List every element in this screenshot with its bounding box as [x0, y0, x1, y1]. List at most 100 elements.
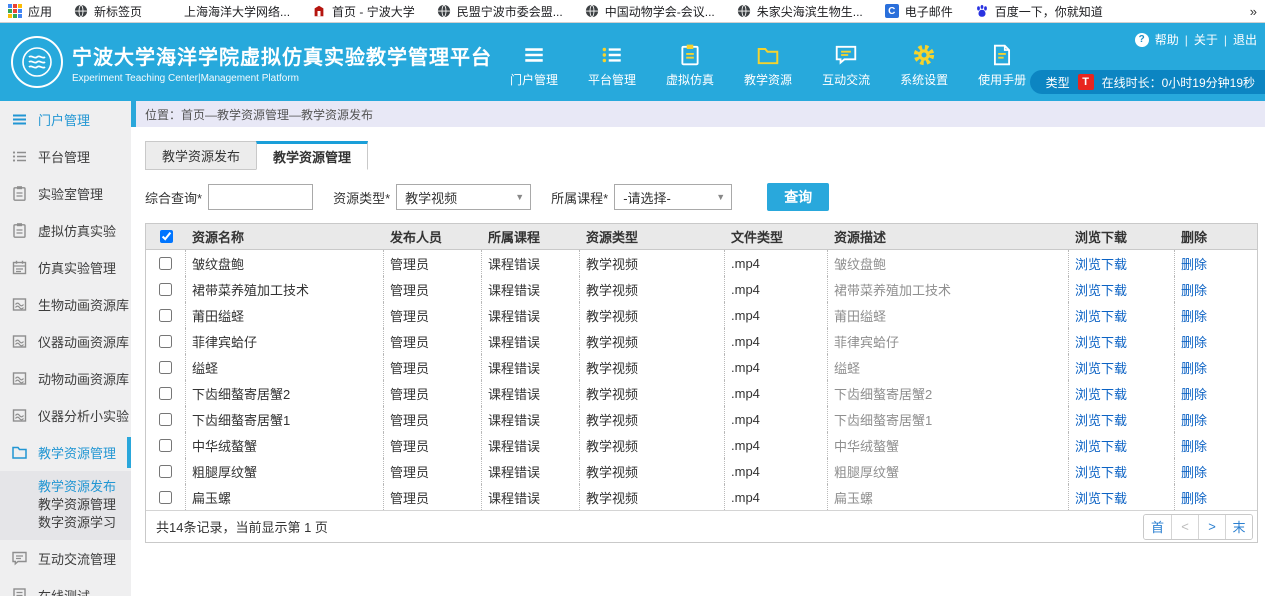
row-checkbox[interactable] — [159, 361, 172, 374]
bookmark-email[interactable]: C 电子邮件 — [885, 3, 953, 20]
bookmark-zjj[interactable]: 朱家尖海滨生物生... — [737, 3, 863, 20]
bookmark-label: 上海海洋大学网络... — [184, 3, 290, 20]
browse-download-link[interactable]: 浏览下载 — [1075, 332, 1127, 351]
search-button[interactable]: 查询 — [767, 183, 829, 211]
browse-download-link[interactable]: 浏览下载 — [1075, 488, 1127, 507]
query-input[interactable] — [208, 184, 313, 210]
sidebar-item-teaching-resource-management[interactable]: 教学资源管理 — [0, 434, 131, 471]
sidebar-subitem-digital-learning[interactable]: 数字资源学习 — [0, 514, 131, 532]
bookmark-shou[interactable]: 上海海洋大学网络... — [164, 3, 290, 20]
nav-interaction[interactable]: 互动交流 — [822, 43, 870, 88]
help-link[interactable]: 帮助 — [1155, 31, 1179, 48]
pagination: 首 < > 末 — [1143, 514, 1253, 540]
course: 课程错误 — [482, 250, 580, 276]
browse-download-link[interactable]: 浏览下载 — [1075, 254, 1127, 273]
row-checkbox[interactable] — [159, 413, 172, 426]
prev-page-button[interactable]: < — [1171, 515, 1198, 539]
sidebar-item-virtual-experiment[interactable]: 虚拟仿真实验 — [0, 212, 131, 249]
sidebar-item-simulation-management[interactable]: 仿真实验管理 — [0, 249, 131, 286]
page: 应用 新标签页 上海海洋大学网络... 首页 - 宁波大学 民盟宁波市委会盟..… — [0, 0, 1265, 596]
browse-download-link[interactable]: 浏览下载 — [1075, 306, 1127, 325]
separator: | — [1185, 33, 1188, 47]
sidebar-item-bio-animation-library[interactable]: 生物动画资源库 — [0, 286, 131, 323]
sidebar-item-interaction-management[interactable]: 互动交流管理 — [0, 540, 131, 577]
row-checkbox-cell — [146, 276, 186, 302]
baidu-paw-icon — [975, 4, 989, 18]
browse-download-link[interactable]: 浏览下载 — [1075, 384, 1127, 403]
sidebar-subitem-resource-management[interactable]: 教学资源管理 — [0, 496, 131, 514]
row-checkbox[interactable] — [159, 439, 172, 452]
sidebar-item-animal-animation-library[interactable]: 动物动画资源库 — [0, 360, 131, 397]
sidebar-subitem-resource-publish[interactable]: 教学资源发布 — [0, 478, 131, 496]
sidebar-item-platform[interactable]: 平台管理 — [0, 138, 131, 175]
sidebar-submenu: 教学资源发布 教学资源管理 数字资源学习 — [0, 471, 131, 540]
sidebar: 门户管理 平台管理 实验室管理 虚拟仿真实验 仿真实验管理 生物动画资源库 — [0, 101, 131, 596]
row-checkbox[interactable] — [159, 491, 172, 504]
course-select[interactable]: -请选择- ▼ — [614, 184, 732, 210]
help-icon: ? — [1135, 33, 1149, 47]
resource-type-select[interactable]: 教学视频 ▼ — [396, 184, 531, 210]
browse-download-link[interactable]: 浏览下载 — [1075, 462, 1127, 481]
tab-resource-publish[interactable]: 教学资源发布 — [145, 141, 257, 170]
row-checkbox[interactable] — [159, 387, 172, 400]
coremail-icon: C — [885, 4, 899, 18]
globe-icon — [585, 4, 599, 18]
logout-link[interactable]: 退出 — [1233, 31, 1257, 48]
delete-link[interactable]: 删除 — [1181, 436, 1207, 455]
sidebar-item-lab-management[interactable]: 实验室管理 — [0, 175, 131, 212]
delete-link[interactable]: 删除 — [1181, 306, 1207, 325]
nav-system-settings[interactable]: 系统设置 — [900, 43, 948, 88]
bookmark-label: 百度一下，你就知道 — [995, 3, 1103, 20]
sidebar-item-instrument-animation-library[interactable]: 仪器动画资源库 — [0, 323, 131, 360]
nav-virtual-simulation[interactable]: 虚拟仿真 — [666, 43, 714, 88]
sidebar-item-portal[interactable]: 门户管理 — [0, 101, 131, 138]
row-checkbox[interactable] — [159, 465, 172, 478]
select-all-cell — [146, 230, 186, 243]
bookmark-baidu[interactable]: 百度一下，你就知道 — [975, 3, 1103, 20]
bookmarks-overflow-chevron[interactable]: » — [1250, 4, 1257, 19]
nav-teaching-resources[interactable]: 教学资源 — [744, 43, 792, 88]
delete-link[interactable]: 删除 — [1181, 462, 1207, 481]
select-all-checkbox[interactable] — [160, 230, 173, 243]
browse-download-link[interactable]: 浏览下载 — [1075, 410, 1127, 429]
delete-link[interactable]: 删除 — [1181, 358, 1207, 377]
browse-download-link[interactable]: 浏览下载 — [1075, 358, 1127, 377]
delete-link[interactable]: 删除 — [1181, 254, 1207, 273]
delete-link[interactable]: 删除 — [1181, 488, 1207, 507]
nav-platform-management[interactable]: 平台管理 — [588, 43, 636, 88]
browse-download-link[interactable]: 浏览下载 — [1075, 280, 1127, 299]
row-checkbox[interactable] — [159, 335, 172, 348]
delete-link[interactable]: 删除 — [1181, 280, 1207, 299]
bookmark-apps[interactable]: 应用 — [8, 3, 52, 20]
last-page-button[interactable]: 末 — [1225, 515, 1252, 539]
next-page-button[interactable]: > — [1198, 515, 1225, 539]
delete-link[interactable]: 删除 — [1181, 384, 1207, 403]
browse-download-link[interactable]: 浏览下载 — [1075, 436, 1127, 455]
bookmark-newtab[interactable]: 新标签页 — [74, 3, 142, 20]
header-title-block: 宁波大学海洋学院虚拟仿真实验教学管理平台 Experiment Teaching… — [72, 41, 492, 84]
row-checkbox-cell — [146, 458, 186, 484]
row-checkbox[interactable] — [159, 283, 172, 296]
about-link[interactable]: 关于 — [1194, 31, 1218, 48]
row-checkbox[interactable] — [159, 257, 172, 270]
delete-link[interactable]: 删除 — [1181, 410, 1207, 429]
bookmark-zgdwxh[interactable]: 中国动物学会-会议... — [585, 3, 715, 20]
clipboard-icon — [11, 185, 28, 202]
sidebar-item-online-test[interactable]: 在线测试 — [0, 577, 131, 596]
resource-name: 下齿细螯寄居蟹1 — [186, 406, 384, 432]
first-page-button[interactable]: 首 — [1144, 515, 1171, 539]
table-row: 扁玉螺 管理员 课程错误 教学视频 .mp4 扁玉螺 浏览下载 删除 — [146, 484, 1257, 510]
bookmark-nbu[interactable]: 首页 - 宁波大学 — [312, 3, 415, 20]
nav-label: 门户管理 — [510, 71, 558, 88]
table-row: 莆田缢蛏 管理员 课程错误 教学视频 .mp4 莆田缢蛏 浏览下载 删除 — [146, 302, 1257, 328]
nav-portal-management[interactable]: 门户管理 — [510, 43, 558, 88]
publisher: 管理员 — [384, 380, 482, 406]
sidebar-item-instrument-analysis[interactable]: 仪器分析小实验 — [0, 397, 131, 434]
row-checkbox[interactable] — [159, 309, 172, 322]
bookmark-mmnb[interactable]: 民盟宁波市委会盟... — [437, 3, 563, 20]
delete-link[interactable]: 删除 — [1181, 332, 1207, 351]
sidebar-item-label: 实验室管理 — [38, 184, 103, 203]
publisher: 管理员 — [384, 458, 482, 484]
tab-resource-management[interactable]: 教学资源管理 — [256, 141, 368, 170]
nav-user-manual[interactable]: 使用手册 — [978, 43, 1026, 88]
